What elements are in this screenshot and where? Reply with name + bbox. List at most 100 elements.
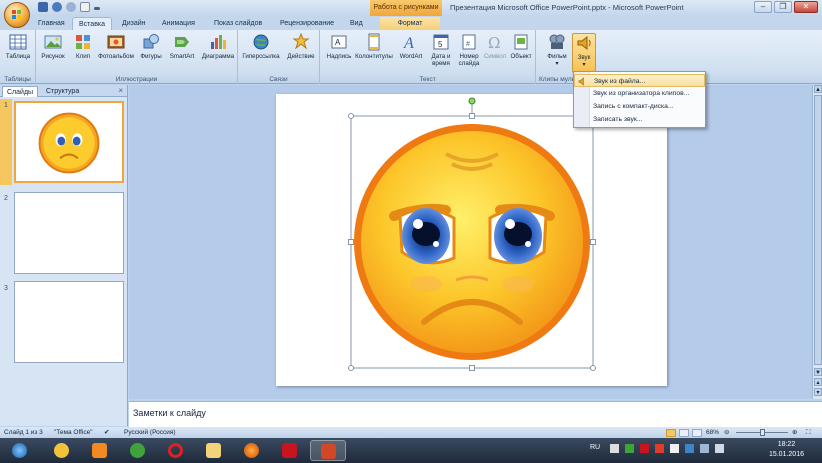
new-slide-icon[interactable] (80, 2, 90, 12)
redo-icon[interactable] (66, 2, 76, 12)
resize-handle[interactable] (348, 239, 354, 245)
resize-handle[interactable] (348, 365, 354, 371)
wordart-button[interactable]: A WordArt (396, 33, 426, 73)
svg-text:5: 5 (438, 40, 443, 49)
taskbar-app-firefox[interactable] (234, 440, 270, 461)
sorter-view-icon[interactable] (679, 429, 689, 437)
close-button[interactable]: ✕ (794, 1, 818, 13)
green-app-icon (130, 443, 145, 458)
action-button[interactable]: Действие (284, 33, 318, 73)
minimize-button[interactable]: – (754, 1, 772, 13)
pane-close-icon[interactable]: × (118, 85, 123, 97)
taskbar-app-media[interactable] (82, 440, 118, 461)
hyperlink-button[interactable]: Гиперссылка (240, 33, 282, 73)
rotation-handle[interactable] (468, 97, 476, 105)
sound-button[interactable]: Звук ▾ (572, 33, 596, 73)
tray-volume-icon[interactable] (714, 444, 724, 453)
menu-sound-from-clip-organizer[interactable]: Звук из организатора клипов... (574, 87, 705, 100)
group-label-links: Связи (269, 76, 288, 83)
menu-play-cd-audio[interactable]: Запись с компакт-диска... (574, 100, 705, 113)
chart-button[interactable]: Диаграмма (200, 33, 236, 73)
office-button[interactable] (4, 2, 30, 28)
zoom-out-icon[interactable]: ⊖ (724, 427, 729, 438)
notes-pane[interactable]: Заметки к слайду (129, 401, 822, 427)
tray-network-icon[interactable] (699, 444, 709, 453)
tray-security-icon[interactable] (639, 444, 649, 453)
taskbar-app-opera[interactable] (158, 440, 194, 461)
vertical-scrollbar[interactable]: ▲ ▼ ▴ ▾ (812, 85, 822, 399)
tray-language[interactable]: RU (590, 444, 600, 451)
tab-review[interactable]: Рецензирование (274, 17, 340, 30)
fit-to-window-icon[interactable]: ⛶ (806, 427, 811, 438)
group-label-text: Текст (419, 76, 436, 83)
zoom-level[interactable]: 68% (706, 427, 719, 438)
clipart-icon (76, 35, 90, 49)
zoom-in-icon[interactable]: ⊕ (792, 427, 797, 438)
photo-album-button[interactable]: Фотоальбом (98, 33, 134, 73)
tab-slideshow[interactable]: Показ слайдов (208, 17, 268, 30)
spellcheck-icon[interactable]: ✔ (104, 427, 109, 438)
tab-outline[interactable]: Структура (42, 86, 83, 97)
slide-thumbnail-1[interactable] (14, 101, 124, 183)
zoom-slider-thumb[interactable] (760, 429, 765, 436)
tray-red-icon[interactable] (654, 444, 664, 453)
undo-icon[interactable] (52, 2, 62, 12)
tab-home[interactable]: Главная (32, 17, 71, 30)
sad-face-picture[interactable] (276, 94, 667, 386)
taskbar-app-explorer[interactable] (196, 440, 232, 461)
header-footer-button[interactable]: Колонтитулы (354, 33, 394, 73)
menu-record-sound[interactable]: Записать звук... (574, 113, 705, 126)
menu-sound-from-file[interactable]: Звук из файла... (574, 74, 705, 87)
slide-thumbnail-3[interactable] (14, 281, 124, 363)
svg-text:Ω: Ω (488, 34, 500, 51)
tab-slides[interactable]: Слайды (2, 86, 39, 97)
resize-handle[interactable] (469, 113, 475, 119)
resize-handle[interactable] (590, 239, 596, 245)
tab-insert[interactable]: Вставка (72, 17, 113, 30)
movie-button[interactable]: Фильм ▾ (542, 33, 572, 73)
tray-bluetooth-icon[interactable] (684, 444, 694, 453)
maximize-button[interactable]: ❐ (774, 1, 792, 13)
shapes-button[interactable]: Фигуры (136, 33, 166, 73)
scroll-down-icon[interactable]: ▼ (814, 368, 822, 376)
next-slide-icon[interactable]: ▾ (814, 388, 822, 396)
prev-slide-icon[interactable]: ▴ (814, 378, 822, 386)
taskbar-app-green[interactable] (120, 440, 156, 461)
tab-animation[interactable]: Анимация (156, 17, 201, 30)
tab-design[interactable]: Дизайн (116, 17, 152, 30)
slide-thumbnail-2[interactable] (14, 192, 124, 274)
tray-download-icon[interactable] (624, 444, 634, 453)
textbox-button[interactable]: A Надпись (324, 33, 354, 73)
current-slide[interactable] (276, 94, 667, 386)
taskbar-clock[interactable]: 18:22 15.01.2016 (769, 440, 804, 460)
slideshow-view-icon[interactable] (692, 429, 702, 437)
resize-handle[interactable] (348, 113, 354, 119)
tab-view[interactable]: Вид (344, 17, 369, 30)
object-button[interactable]: Объект (506, 33, 536, 73)
tray-app-icon[interactable] (610, 444, 619, 453)
start-button[interactable] (2, 440, 38, 461)
taskbar-app-red[interactable] (272, 440, 308, 461)
customize-qat-icon[interactable] (94, 7, 100, 10)
scroll-thumb[interactable] (814, 95, 822, 365)
taskbar-app-powerpoint[interactable] (310, 440, 346, 461)
sound-dropdown-arrow[interactable]: ▾ (573, 61, 595, 68)
table-button[interactable]: Таблица (3, 33, 33, 73)
calendar-icon: 5 (433, 34, 449, 50)
tray-flag-icon[interactable] (669, 444, 679, 453)
clip-button[interactable]: Клип (68, 33, 98, 73)
date-time-button[interactable]: 5 Дата и время (426, 33, 456, 73)
smartart-button[interactable]: SmartArt (166, 33, 198, 73)
resize-handle[interactable] (590, 365, 596, 371)
save-icon[interactable] (38, 2, 48, 12)
archiver-icon (54, 443, 69, 458)
tab-format[interactable]: Формат (380, 17, 440, 30)
scroll-up-icon[interactable]: ▲ (814, 85, 822, 93)
taskbar-app-archiver[interactable] (44, 440, 80, 461)
movie-dropdown-arrow[interactable]: ▾ (542, 60, 572, 67)
picture-icon (44, 35, 62, 49)
normal-view-icon[interactable] (666, 429, 676, 437)
picture-button[interactable]: Рисунок (38, 33, 68, 73)
resize-handle[interactable] (469, 365, 475, 371)
action-star-icon (292, 33, 310, 50)
